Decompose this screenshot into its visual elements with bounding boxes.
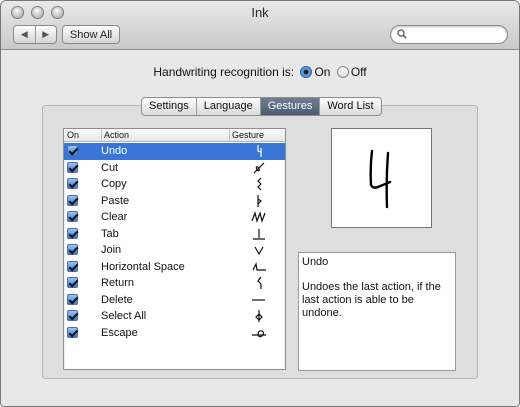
select-all-gesture-icon xyxy=(255,310,263,322)
description-body: Undoes the last action, if the last acti… xyxy=(302,281,441,319)
undo-gesture-preview-icon xyxy=(369,149,392,209)
table-row[interactable]: Escape xyxy=(64,325,285,342)
undo-gesture-icon xyxy=(257,145,262,157)
table-row[interactable]: Join xyxy=(64,242,285,259)
table-body: Undo Cut Copy Paste Clear Tab Join Horiz… xyxy=(64,143,285,341)
paste-gesture-icon xyxy=(257,194,262,207)
recognition-off-radio[interactable] xyxy=(336,66,349,78)
action-name: Clear xyxy=(101,211,128,223)
table-row[interactable]: Select All xyxy=(64,308,285,325)
return-gesture-icon xyxy=(257,276,262,289)
recognition-off-label[interactable]: Off xyxy=(351,65,367,79)
table-row[interactable]: Copy xyxy=(64,176,285,193)
forward-button[interactable]: ▶ xyxy=(36,26,57,43)
gesture-description: Undo Undoes the last action, if the last… xyxy=(298,252,456,371)
action-name: Select All xyxy=(101,310,147,322)
tab-language[interactable]: Language xyxy=(197,98,261,115)
action-name: Return xyxy=(101,277,135,289)
description-title: Undo xyxy=(302,256,329,268)
column-header-on[interactable]: On xyxy=(67,129,79,141)
recognition-label: Handwriting recognition is: xyxy=(153,65,295,79)
back-button[interactable]: ◀ xyxy=(14,26,36,43)
enabled-checkbox[interactable] xyxy=(67,260,78,272)
table-row[interactable]: Tab xyxy=(64,226,285,243)
enabled-checkbox[interactable] xyxy=(67,178,78,189)
enabled-checkbox[interactable] xyxy=(67,310,78,321)
column-header-action[interactable]: Action xyxy=(101,129,129,141)
table-row[interactable]: Horizontal Space xyxy=(64,259,285,276)
action-name: Join xyxy=(101,244,122,256)
search-icon xyxy=(397,29,407,39)
horizontal-space-gesture-icon xyxy=(252,261,266,271)
action-name: Delete xyxy=(101,293,133,306)
table-row[interactable]: Return xyxy=(64,275,285,292)
column-header-gesture[interactable]: Gesture xyxy=(229,129,264,141)
action-name: Paste xyxy=(101,194,130,207)
enabled-checkbox[interactable] xyxy=(67,293,78,305)
copy-gesture-icon xyxy=(257,177,262,191)
tab-word-list[interactable]: Word List xyxy=(320,98,380,115)
window-title: Ink xyxy=(251,5,269,20)
action-name: Horizontal Space xyxy=(101,260,185,273)
table-row[interactable]: Paste xyxy=(64,193,285,210)
titlebar: Ink ◀ ▶ Show All xyxy=(1,1,519,50)
table-row[interactable]: Undo xyxy=(64,143,285,160)
search-field[interactable] xyxy=(390,25,508,44)
clear-gesture-icon xyxy=(251,210,266,224)
enabled-checkbox[interactable] xyxy=(67,161,78,173)
recognition-on-label[interactable]: On xyxy=(314,65,330,79)
action-name: Copy xyxy=(101,178,127,190)
show-all-button[interactable]: Show All xyxy=(62,25,120,44)
action-name: Tab xyxy=(101,227,119,240)
tab-gestures[interactable]: Gestures xyxy=(260,98,321,115)
recognition-setting: Handwriting recognition is: On Off xyxy=(1,65,519,79)
enabled-checkbox[interactable] xyxy=(67,145,78,156)
table-header: On Action Gesture xyxy=(64,129,285,142)
action-name: Undo xyxy=(101,145,128,157)
enabled-checkbox[interactable] xyxy=(67,244,78,255)
back-forward-control: ◀ ▶ xyxy=(13,25,57,44)
enabled-checkbox[interactable] xyxy=(67,277,78,288)
enabled-checkbox[interactable] xyxy=(67,194,78,206)
tab-bar: Settings Language Gestures Word List xyxy=(141,97,382,116)
enabled-checkbox[interactable] xyxy=(67,326,78,338)
action-name: Escape xyxy=(101,326,138,339)
cut-gesture-icon xyxy=(253,162,265,173)
table-row[interactable]: Clear xyxy=(64,209,285,226)
tab-settings[interactable]: Settings xyxy=(142,98,197,115)
enabled-checkbox[interactable] xyxy=(67,211,78,222)
recognition-on-radio[interactable] xyxy=(300,66,313,78)
action-name: Cut xyxy=(101,161,119,174)
enabled-checkbox[interactable] xyxy=(67,227,78,239)
delete-gesture-icon xyxy=(252,298,265,301)
tab-gesture-icon xyxy=(253,228,265,240)
table-row[interactable]: Delete xyxy=(64,292,285,309)
escape-gesture-icon xyxy=(252,329,266,337)
gesture-preview xyxy=(331,128,432,228)
preferences-window: Ink ◀ ▶ Show All Handwriting recognition… xyxy=(0,0,520,407)
join-gesture-icon xyxy=(254,246,264,256)
table-row[interactable]: Cut xyxy=(64,160,285,177)
gestures-table[interactable]: On Action Gesture Undo Cut Copy Paste Cl… xyxy=(63,128,286,370)
